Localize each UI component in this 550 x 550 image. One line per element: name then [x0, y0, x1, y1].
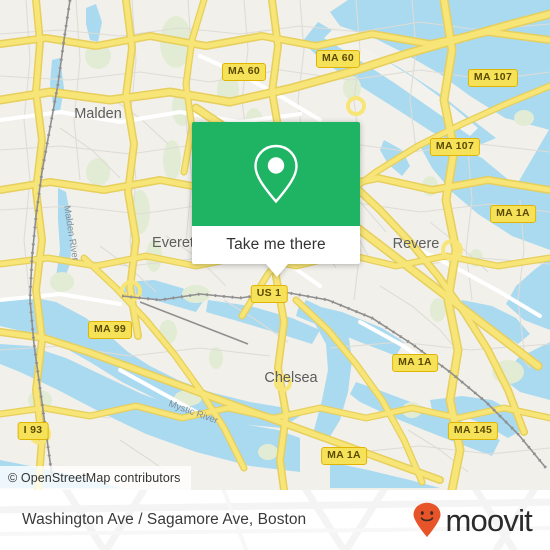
attribution-text: © OpenStreetMap contributors — [8, 471, 181, 485]
route-shield: MA 60 — [315, 49, 361, 69]
popup-action-row[interactable]: Take me there — [192, 226, 360, 264]
map-screenshot: Malden Everett Revere Chelsea Malden Riv… — [0, 0, 550, 550]
location-popup[interactable]: Take me there — [192, 122, 360, 277]
city-label-revere: Revere — [393, 236, 440, 252]
route-shield: MA 107 — [467, 68, 519, 88]
route-shield: MA 145 — [447, 421, 499, 441]
moovit-logo: moovit — [412, 502, 533, 538]
city-label-chelsea: Chelsea — [264, 370, 318, 386]
route-shield: MA 1A — [490, 204, 536, 224]
popup-pointer-tail — [266, 264, 288, 277]
route-shield: I 93 — [17, 421, 49, 441]
route-shield: MA 99 — [87, 320, 133, 340]
footer-bar: Washington Ave / Sagamore Ave, Boston mo… — [0, 490, 550, 550]
city-label-malden: Malden — [74, 106, 122, 122]
take-me-there-label: Take me there — [226, 236, 326, 253]
moovit-wordmark: moovit — [445, 502, 532, 538]
location-title: Washington Ave / Sagamore Ave, Boston — [22, 511, 307, 528]
route-shield: MA 107 — [429, 137, 481, 157]
popup-header — [192, 122, 360, 226]
map-pin-icon — [254, 144, 298, 204]
moovit-smiley-pin-icon — [413, 502, 441, 537]
route-shield: MA 1A — [321, 446, 367, 466]
route-shield: US 1 — [250, 284, 288, 304]
route-shield: MA 1A — [392, 353, 438, 373]
route-shield: MA 60 — [221, 62, 267, 82]
attribution-bar: © OpenStreetMap contributors — [0, 466, 191, 490]
